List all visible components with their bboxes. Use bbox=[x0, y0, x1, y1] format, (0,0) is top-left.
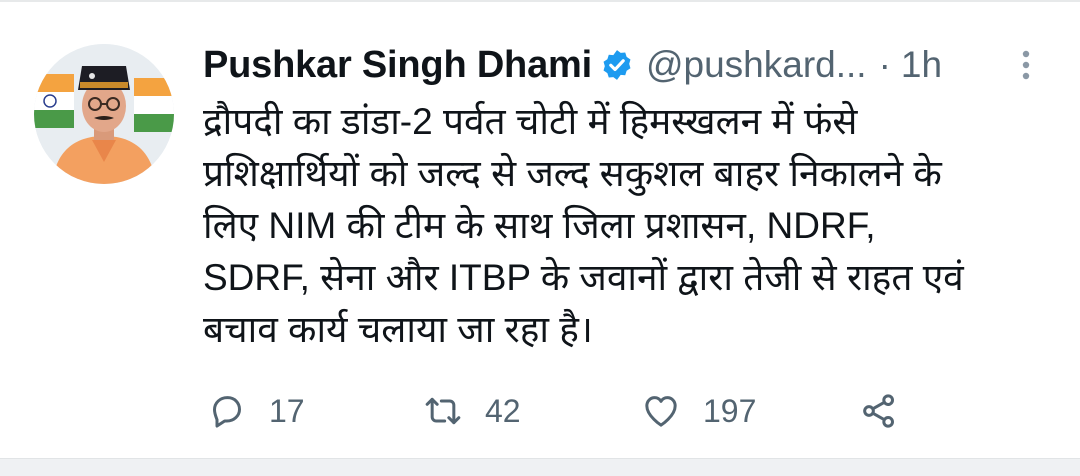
avatar[interactable] bbox=[34, 44, 174, 184]
tweet-text-line: बचाव कार्य चलाया जा रहा है। bbox=[203, 309, 593, 350]
author-handle[interactable]: @pushkard... bbox=[646, 44, 867, 86]
reply-count: 17 bbox=[269, 392, 305, 429]
tweet-text-line: प्रशिक्षार्थियों को जल्द से जल्द सकुशल ब… bbox=[203, 153, 942, 194]
reply-button[interactable]: 17 bbox=[207, 388, 305, 434]
share-icon bbox=[863, 394, 894, 428]
top-divider bbox=[0, 0, 1080, 2]
like-button[interactable]: 197 bbox=[641, 388, 756, 434]
retweet-button[interactable]: 42 bbox=[423, 388, 521, 434]
tweet-text: द्रौपदी का डांडा-2 पर्वत चोटी में हिमस्ख… bbox=[203, 96, 964, 356]
separator-dot: · bbox=[878, 44, 891, 85]
retweet-count: 42 bbox=[485, 392, 521, 429]
reply-icon bbox=[213, 396, 241, 428]
share-button[interactable] bbox=[859, 388, 899, 434]
tweet-text-line: लिए NIM की टीम के साथ जिला प्रशासन, NDRF… bbox=[203, 205, 876, 246]
bottom-divider bbox=[0, 458, 1080, 476]
retweet-icon bbox=[425, 397, 461, 425]
tweet-text-line: SDRF, सेना और ITBP के जवानों द्वारा तेजी… bbox=[203, 257, 964, 298]
heart-icon bbox=[645, 396, 677, 427]
more-vertical-icon[interactable] bbox=[1016, 48, 1036, 82]
author-name[interactable]: Pushkar Singh Dhami bbox=[203, 44, 592, 87]
tweet-text-line: द्रौपदी का डांडा-2 पर्वत चोटी में हिमस्ख… bbox=[203, 101, 858, 142]
tweet-timestamp[interactable]: 1h bbox=[901, 44, 942, 86]
like-count: 197 bbox=[703, 392, 757, 429]
tweet-header: Pushkar Singh Dhami @pushkard... · 1h bbox=[203, 40, 942, 90]
verified-badge-icon bbox=[600, 48, 634, 82]
